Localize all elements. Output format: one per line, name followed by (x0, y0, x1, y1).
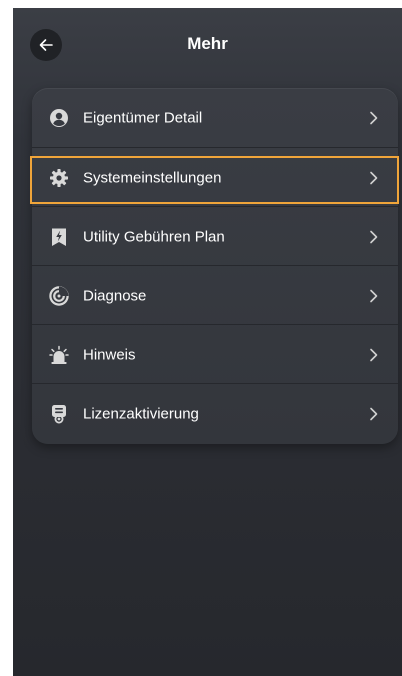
menu-item-utility-gebuehren-plan[interactable]: Utility Gebühren Plan (32, 207, 398, 266)
chevron-right-icon (368, 406, 380, 422)
menu-item-label: Hinweis (83, 346, 136, 363)
menu-item-label: Systemeinstellungen (83, 169, 222, 186)
menu-item-systemeinstellungen[interactable]: Systemeinstellungen (32, 148, 398, 207)
menu-item-diagnose[interactable]: Diagnose (32, 266, 398, 325)
menu-item-label: Diagnose (83, 287, 147, 304)
menu-item-label: Lizenzaktivierung (83, 405, 199, 422)
bookmark-bolt-icon (48, 226, 70, 248)
page-title: Mehr (187, 34, 228, 53)
chevron-right-icon (368, 229, 380, 245)
menu-item-label: Utility Gebühren Plan (83, 228, 225, 245)
menu-item-lizenzaktivierung[interactable]: Lizenzaktivierung (32, 384, 398, 443)
chevron-right-icon (368, 347, 380, 363)
diagnose-gauge-icon (48, 285, 70, 307)
chevron-right-icon (368, 170, 380, 186)
menu-card: Eigentümer Detail Systemeinstellungen Ut… (32, 88, 398, 444)
app-screen: Mehr Eigentümer Detail Systemeinstellung… (13, 8, 402, 676)
gear-icon (48, 167, 70, 189)
alarm-siren-icon (48, 344, 70, 366)
menu-item-label: Eigentümer Detail (83, 109, 203, 126)
menu-item-hinweis[interactable]: Hinweis (32, 325, 398, 384)
chevron-right-icon (368, 110, 380, 126)
header: Mehr (13, 8, 402, 86)
license-certificate-icon (48, 403, 70, 425)
chevron-right-icon (368, 288, 380, 304)
user-circle-icon (48, 107, 70, 129)
menu-item-eigentuemer-detail[interactable]: Eigentümer Detail (32, 88, 398, 147)
